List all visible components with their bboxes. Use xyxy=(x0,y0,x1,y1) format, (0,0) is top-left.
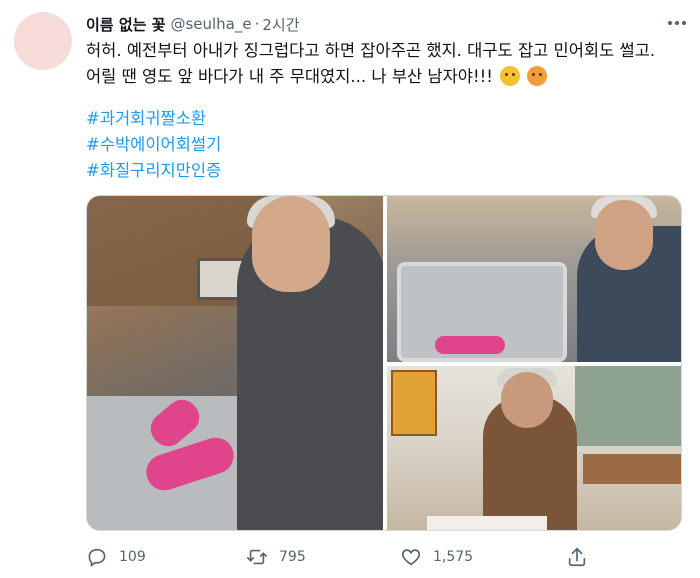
face-with-raised-eyebrow-emoji xyxy=(500,66,521,86)
timestamp[interactable]: 2시간 xyxy=(262,14,299,35)
hashtag-link[interactable]: #과거회귀짤소환 xyxy=(86,106,221,132)
dining-table xyxy=(583,454,681,484)
face-with-steam-emoji xyxy=(527,66,548,86)
retweet-icon xyxy=(247,549,267,565)
hashtag-list: #과거회귀짤소환 #수박에이어회썰기 #화질구리지만인증 xyxy=(86,106,221,184)
display-name[interactable]: 이름 없는 꽃 xyxy=(86,14,165,35)
like-icon xyxy=(401,549,421,566)
man-head xyxy=(595,200,653,270)
pink-rubber-glove xyxy=(435,336,505,354)
share-icon xyxy=(568,547,586,567)
tweet-body: 허허. 예전부터 아내가 징그럽다고 하면 잡아주곤 했지. 대구도 잡고 민어… xyxy=(86,38,682,90)
retweet-button[interactable]: 795 xyxy=(246,541,306,573)
separator-dot: · xyxy=(254,15,260,33)
photo-kitchen-fish-cleaning[interactable] xyxy=(87,196,383,530)
more-dot-icon xyxy=(668,21,672,25)
more-dot-icon xyxy=(675,21,679,25)
tweet-header: 이름 없는 꽃 @seulha_e · 2시간 xyxy=(86,12,300,36)
tweet-actions: 109 795 1,575 xyxy=(86,541,682,573)
like-button[interactable]: 1,575 xyxy=(400,541,473,573)
cutting-board xyxy=(427,516,547,530)
reply-count: 109 xyxy=(119,549,146,565)
more-dot-icon xyxy=(682,21,686,25)
media-grid xyxy=(86,195,682,531)
wall-painting xyxy=(391,370,437,436)
retweet-count: 795 xyxy=(279,549,306,565)
avatar[interactable] xyxy=(14,12,72,70)
reply-icon xyxy=(88,548,106,567)
hashtag-link[interactable]: #화질구리지만인증 xyxy=(86,158,221,184)
photo-cutting-board[interactable] xyxy=(387,366,681,530)
man-head xyxy=(252,196,330,292)
reply-button[interactable]: 109 xyxy=(86,541,146,573)
hashtag-link[interactable]: #수박에이어회썰기 xyxy=(86,132,221,158)
more-options-button[interactable] xyxy=(664,13,690,33)
window-with-plants xyxy=(575,366,681,446)
photo-sink-closeup[interactable] xyxy=(387,196,681,362)
tweet-text: 허허. 예전부터 아내가 징그럽다고 하면 잡아주곤 했지. 대구도 잡고 민어… xyxy=(86,41,656,86)
man-head xyxy=(501,372,553,428)
user-handle[interactable]: @seulha_e xyxy=(170,15,251,33)
like-count: 1,575 xyxy=(433,549,474,565)
share-button[interactable] xyxy=(566,541,599,573)
